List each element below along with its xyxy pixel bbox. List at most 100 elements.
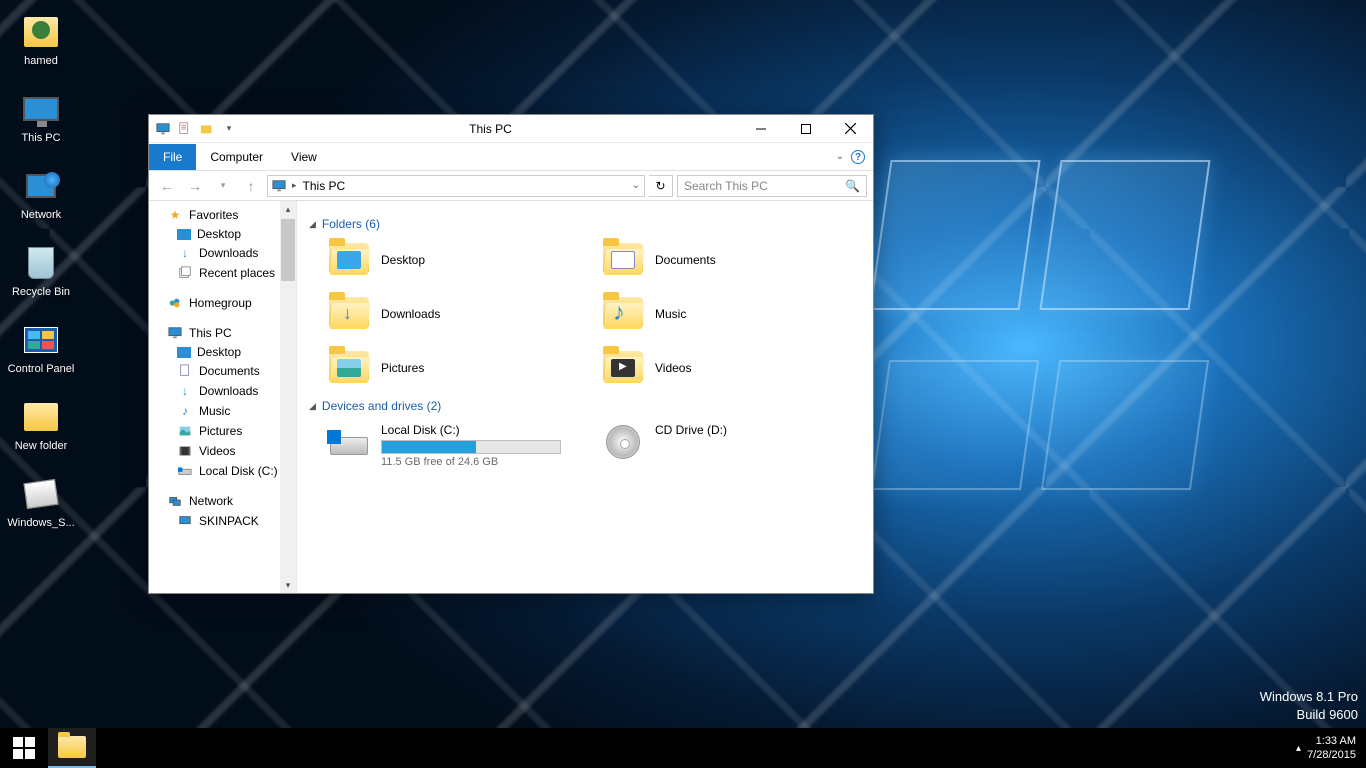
help-icon[interactable]: ? (851, 150, 865, 164)
folder-videos[interactable]: Videos (597, 345, 861, 391)
drive-label: CD Drive (D:) (655, 423, 727, 437)
desktop-icon-label: Recycle Bin (12, 286, 70, 298)
computer-icon (177, 513, 193, 529)
nav-item-pc-videos[interactable]: Videos (149, 441, 296, 461)
monitor-icon (167, 325, 183, 341)
folder-icon (601, 349, 645, 387)
folder-downloads[interactable]: Downloads (323, 291, 587, 337)
nav-item-downloads[interactable]: ↓Downloads (149, 243, 296, 263)
section-title: Folders (6) (322, 217, 380, 231)
clock-date: 7/28/2015 (1307, 748, 1356, 762)
back-button[interactable]: ← (155, 174, 179, 198)
maximize-button[interactable] (783, 116, 828, 142)
folder-label: Music (655, 307, 686, 321)
folder-documents[interactable]: Documents (597, 237, 861, 283)
desktop-icon-label: Windows_S... (7, 517, 74, 529)
nav-item-pc-pictures[interactable]: Pictures (149, 421, 296, 441)
section-drives[interactable]: ◢Devices and drives (2) (309, 399, 861, 413)
ribbon-tab-view[interactable]: View (277, 144, 331, 170)
drive-cd-d[interactable]: CD Drive (D:) (597, 419, 861, 472)
nav-label: SKINPACK (199, 514, 259, 528)
nav-label: Downloads (199, 246, 258, 260)
nav-item-pc-documents[interactable]: Documents (149, 361, 296, 381)
address-bar[interactable]: ▸ This PC ⌄ (267, 175, 645, 197)
folder-desktop[interactable]: Desktop (323, 237, 587, 283)
nav-homegroup[interactable]: Homegroup (149, 293, 296, 313)
monitor-small-icon (155, 121, 171, 137)
desktop-icon-windows-s[interactable]: Windows_S... (4, 470, 78, 533)
folder-icon (327, 349, 371, 387)
monitor-icon (21, 89, 61, 129)
nav-item-pc-downloads[interactable]: ↓Downloads (149, 381, 296, 401)
scroll-thumb[interactable] (281, 219, 295, 281)
clock[interactable]: 1:33 AM 7/28/2015 (1307, 734, 1356, 762)
nav-thispc[interactable]: This PC (149, 323, 296, 343)
nav-item-pc-desktop[interactable]: Desktop (149, 343, 296, 361)
drive-label: Local Disk (C:) (381, 423, 561, 437)
search-box[interactable]: Search This PC 🔍 (677, 175, 867, 197)
ribbon-tabs: File Computer View ⌄ ? (149, 143, 873, 171)
desktop-icon-label: This PC (21, 132, 60, 144)
nav-label: Music (199, 404, 230, 418)
desktop-icon (177, 347, 191, 358)
folder-music[interactable]: Music (597, 291, 861, 337)
nav-scrollbar[interactable]: ▴ ▾ (280, 201, 296, 593)
nav-network[interactable]: Network (149, 491, 296, 511)
folder-icon (601, 295, 645, 333)
forward-button[interactable]: → (183, 174, 207, 198)
chevron-right-icon[interactable]: ▸ (292, 180, 297, 191)
desktop-icon-user[interactable]: hamed (4, 8, 78, 71)
taskbar-file-explorer[interactable] (48, 728, 96, 768)
qa-dropdown-icon[interactable]: ▾ (221, 121, 237, 137)
ribbon-tab-computer[interactable]: Computer (196, 144, 277, 170)
drive-icon (177, 463, 193, 479)
desktop-background[interactable]: hamed This PC Network Recycle Bin Contro… (0, 0, 1366, 768)
close-button[interactable] (828, 116, 873, 142)
control-panel-icon (21, 320, 61, 360)
refresh-button[interactable]: ↻ (649, 175, 673, 197)
recycle-bin-icon (21, 243, 61, 283)
desktop-icon-controlpanel[interactable]: Control Panel (4, 316, 78, 379)
recent-dropdown-icon[interactable]: ▾ (211, 174, 235, 198)
nav-label: Desktop (197, 345, 241, 359)
nav-item-desktop[interactable]: Desktop (149, 225, 296, 243)
drive-free-text: 11.5 GB free of 24.6 GB (381, 456, 561, 468)
storage-bar (381, 440, 561, 454)
nav-item-pc-music[interactable]: ♪Music (149, 401, 296, 421)
content-pane: ◢Folders (6) Desktop Documents Downloads… (297, 201, 873, 593)
minimize-button[interactable] (738, 116, 783, 142)
ribbon-expand-icon[interactable]: ⌄ (829, 151, 851, 162)
scroll-up-icon[interactable]: ▴ (280, 201, 296, 217)
new-folder-icon[interactable] (199, 121, 215, 137)
start-button[interactable] (0, 728, 48, 768)
scroll-down-icon[interactable]: ▾ (280, 577, 296, 593)
nav-label: Recent places (199, 266, 275, 280)
nav-item-pc-localdisk[interactable]: Local Disk (C:) (149, 461, 296, 481)
section-folders[interactable]: ◢Folders (6) (309, 217, 861, 231)
address-dropdown-icon[interactable]: ⌄ (632, 180, 640, 191)
recent-icon (177, 265, 193, 281)
desktop-icon-thispc[interactable]: This PC (4, 85, 78, 148)
documents-icon (177, 363, 193, 379)
folder-pictures[interactable]: Pictures (323, 345, 587, 391)
ribbon-tab-file[interactable]: File (149, 144, 196, 170)
nav-favorites[interactable]: ★Favorites (149, 205, 296, 225)
properties-icon[interactable] (177, 121, 193, 137)
nav-label: Local Disk (C:) (199, 464, 278, 478)
desktop-icon-newfolder[interactable]: New folder (4, 393, 78, 456)
nav-item-recent[interactable]: Recent places (149, 263, 296, 283)
drive-local-c[interactable]: Local Disk (C:) 11.5 GB free of 24.6 GB (323, 419, 587, 472)
titlebar[interactable]: ▾ This PC (149, 115, 873, 143)
desktop-icon-label: New folder (15, 440, 68, 452)
folder-icon (327, 295, 371, 333)
nav-item-net-skinpack[interactable]: SKINPACK (149, 511, 296, 531)
up-button[interactable]: ↑ (239, 174, 263, 198)
nav-label: Pictures (199, 424, 242, 438)
desktop-icon-network[interactable]: Network (4, 162, 78, 225)
nav-label: Videos (199, 444, 235, 458)
desktop-icons: hamed This PC Network Recycle Bin Contro… (0, 0, 82, 541)
desktop-icon-recyclebin[interactable]: Recycle Bin (4, 239, 78, 302)
tray-show-hidden-icon[interactable]: ▴ (1296, 743, 1301, 754)
taskbar: ▴ 1:33 AM 7/28/2015 (0, 728, 1366, 768)
search-placeholder: Search This PC (684, 179, 768, 193)
